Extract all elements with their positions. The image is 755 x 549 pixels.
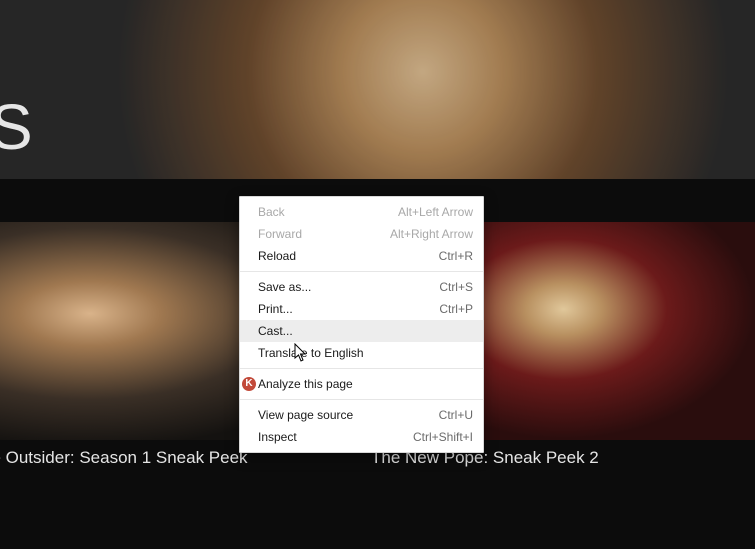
- hero-title-fragment: S: [0, 90, 31, 164]
- context-menu-item[interactable]: Cast...: [240, 320, 483, 342]
- hero-banner: S: [0, 0, 755, 179]
- context-menu-separator: [240, 271, 483, 272]
- context-menu-item-label: Cast...: [258, 324, 473, 338]
- context-menu-item-label: Analyze this page: [258, 377, 473, 391]
- context-menu-item-label: Save as...: [258, 280, 439, 294]
- extension-icon: K: [242, 377, 256, 391]
- context-menu-item: BackAlt+Left Arrow: [240, 201, 483, 223]
- context-menu-item-shortcut: Alt+Left Arrow: [398, 205, 473, 219]
- context-menu-item-label: View page source: [258, 408, 439, 422]
- context-menu: BackAlt+Left ArrowForwardAlt+Right Arrow…: [239, 196, 484, 453]
- context-menu-item-shortcut: Ctrl+S: [439, 280, 473, 294]
- context-menu-item-shortcut: Alt+Right Arrow: [390, 227, 473, 241]
- context-menu-item-label: Forward: [258, 227, 390, 241]
- context-menu-item[interactable]: InspectCtrl+Shift+I: [240, 426, 483, 448]
- context-menu-item-label: Print...: [258, 302, 439, 316]
- context-menu-item-shortcut: Ctrl+Shift+I: [413, 430, 473, 444]
- context-menu-item[interactable]: ReloadCtrl+R: [240, 245, 483, 267]
- context-menu-item-label: Translate to English: [258, 346, 473, 360]
- context-menu-item: ForwardAlt+Right Arrow: [240, 223, 483, 245]
- context-menu-separator: [240, 368, 483, 369]
- context-menu-item-shortcut: Ctrl+U: [439, 408, 473, 422]
- context-menu-item-label: Back: [258, 205, 398, 219]
- context-menu-item[interactable]: Print...Ctrl+P: [240, 298, 483, 320]
- context-menu-item-shortcut: Ctrl+R: [439, 249, 473, 263]
- context-menu-item[interactable]: KAnalyze this page: [240, 373, 483, 395]
- context-menu-item[interactable]: Save as...Ctrl+S: [240, 276, 483, 298]
- context-menu-item-shortcut: Ctrl+P: [439, 302, 473, 316]
- context-menu-item-label: Inspect: [258, 430, 413, 444]
- context-menu-separator: [240, 399, 483, 400]
- context-menu-item-label: Reload: [258, 249, 439, 263]
- context-menu-item[interactable]: View page sourceCtrl+U: [240, 404, 483, 426]
- context-menu-item[interactable]: Translate to English: [240, 342, 483, 364]
